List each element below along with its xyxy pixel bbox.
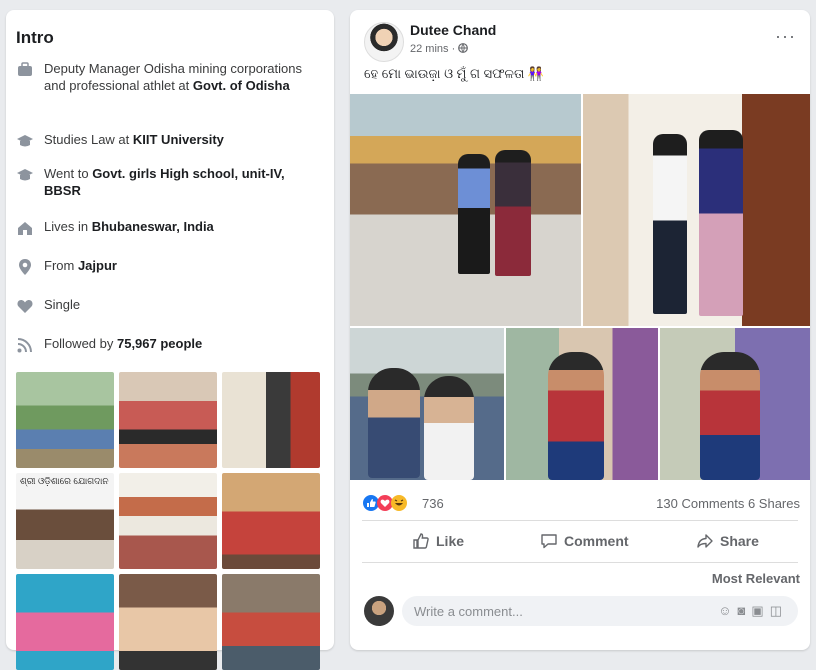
comment-placeholder: Write a comment... [414, 604, 523, 619]
photo-thumb[interactable] [222, 372, 320, 468]
post-card: Dutee Chand 22 mins · ··· ହେ ମୋ ଭାଉଜ଼ା ଓ… [350, 10, 810, 650]
intro-lives-text: Lives in [44, 219, 92, 234]
intro-study: Studies Law at KIIT University [16, 131, 316, 148]
like-button[interactable]: Like [412, 532, 464, 550]
intro-from: From Jajpur [16, 257, 316, 275]
post-photo[interactable] [350, 328, 504, 480]
like-label: Like [436, 533, 465, 549]
gif-icon[interactable]: ▣ [751, 603, 769, 618]
intro-relationship-text: Single [44, 297, 81, 312]
intro-card: Intro Deputy Manager Odisha mining corpo… [6, 10, 334, 670]
comment-button[interactable]: Comment [540, 532, 629, 550]
share-icon [697, 534, 713, 548]
photo-thumb[interactable]: ଶ୍ରୀ ଓଡ଼ିଶାରେ ଯୋଗଦାନ [16, 473, 114, 569]
photo-thumb[interactable] [16, 372, 114, 468]
intro-relationship: Single [16, 296, 316, 313]
divider [362, 520, 798, 521]
post-author[interactable]: Dutee Chand [410, 22, 496, 38]
home-icon [18, 222, 32, 235]
intro-from-text: From [44, 258, 78, 273]
intro-followers-count[interactable]: 75,967 people [117, 336, 202, 351]
photo-thumb[interactable] [119, 473, 217, 569]
intro-lives: Lives in Bhubaneswar, India [16, 218, 316, 235]
briefcase-icon [18, 62, 32, 76]
user-avatar[interactable] [364, 596, 394, 626]
comment-icon [541, 534, 557, 549]
shares-count[interactable]: 6 Shares [748, 496, 800, 511]
divider [362, 562, 798, 563]
intro-work: Deputy Manager Odisha mining corporation… [16, 60, 316, 94]
location-pin-icon [19, 259, 31, 275]
post-stats: 130 Comments 6 Shares [656, 496, 800, 511]
globe-icon [458, 43, 469, 53]
intro-title: Intro [16, 28, 54, 47]
post-photo[interactable] [583, 94, 810, 326]
heart-icon [17, 300, 33, 313]
intro-lives-place[interactable]: Bhubaneswar, India [92, 219, 214, 234]
intro-study-text: Studies Law at [44, 132, 133, 147]
comment-sort-dropdown[interactable]: Most Relevant [712, 571, 800, 586]
post-photo[interactable] [350, 94, 581, 326]
comment-label: Comment [564, 533, 629, 549]
comments-count[interactable]: 130 Comments [656, 496, 744, 511]
photo-thumb[interactable] [16, 574, 114, 670]
photo-thumb[interactable] [222, 574, 320, 670]
haha-reaction-icon [391, 495, 407, 511]
intro-school-text: Went to [44, 166, 93, 181]
comment-input[interactable]: Write a comment... ☺◙▣◫ [402, 596, 798, 626]
like-icon [413, 533, 429, 549]
post-text: ହେ ମୋ ଭାଉଜ଼ା ଓ ମୁଁ ଗ ସଫଳତା 👭 [364, 66, 545, 81]
reaction-count[interactable]: 736 [422, 496, 444, 511]
post-photo[interactable] [506, 328, 658, 480]
intro-followers: Followed by 75,967 people [16, 335, 316, 353]
camera-icon[interactable]: ◙ [738, 603, 752, 618]
intro-school: Went to Govt. girls High school, unit-IV… [16, 165, 316, 199]
graduation-cap-icon [17, 169, 33, 181]
intro-work-place[interactable]: Govt. of Odisha [193, 78, 290, 93]
graduation-cap-icon [17, 135, 33, 147]
rss-icon [17, 338, 32, 353]
emoji-icon[interactable]: ☺ [718, 603, 737, 618]
more-options-button[interactable]: ··· [775, 26, 796, 47]
comment-tools: ☺◙▣◫ [718, 603, 788, 619]
sticker-icon[interactable]: ◫ [770, 603, 788, 618]
post-photo[interactable] [660, 328, 810, 480]
share-button[interactable]: Share [696, 532, 759, 550]
photo-thumb[interactable] [222, 473, 320, 569]
photo-thumb[interactable] [119, 372, 217, 468]
photo-thumb[interactable] [119, 574, 217, 670]
intro-followers-text: Followed by [44, 336, 117, 351]
post-time-text: 22 mins · [410, 43, 459, 55]
intro-study-place[interactable]: KIIT University [133, 132, 224, 147]
thumb-caption: ଶ୍ରୀ ଓଡ଼ିଶାରେ ଯୋଗଦାନ [20, 476, 109, 486]
post-time[interactable]: 22 mins · [410, 43, 469, 55]
author-avatar[interactable] [364, 22, 404, 62]
share-label: Share [720, 533, 759, 549]
intro-from-place[interactable]: Jajpur [78, 258, 117, 273]
